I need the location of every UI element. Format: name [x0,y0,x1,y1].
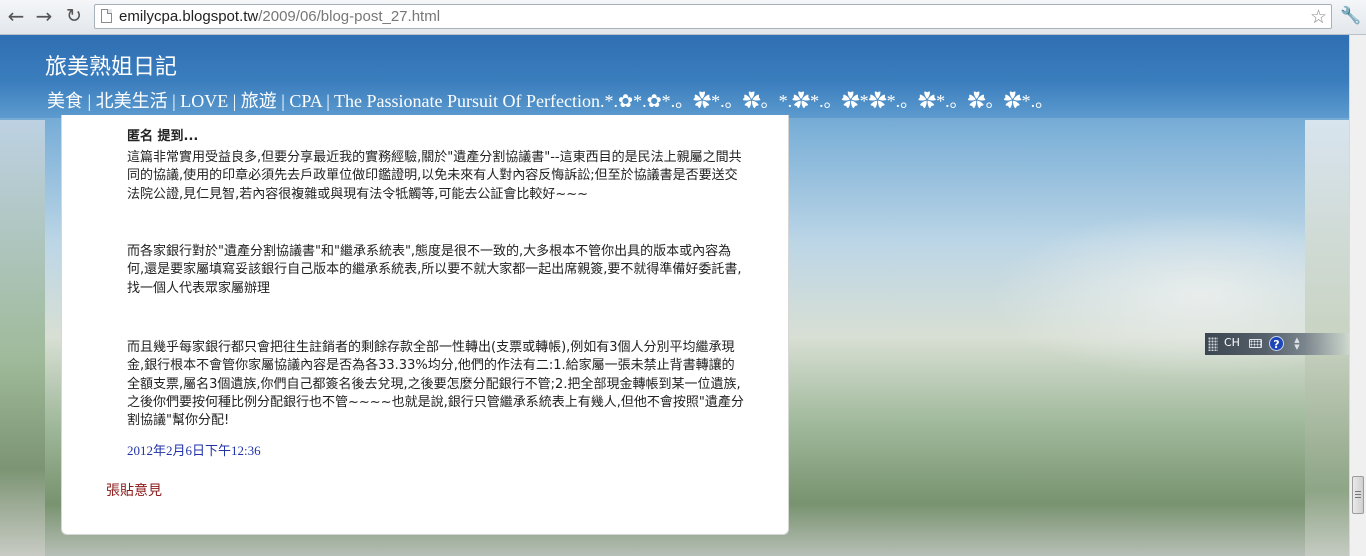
reload-icon: ↻ [66,5,82,27]
back-button[interactable]: ← [4,4,28,28]
url-text[interactable]: emilycpa.blogspot.tw/2009/06/blog-post_2… [119,8,440,26]
vertical-scrollbar[interactable] [1349,35,1366,556]
blog-header: 旅美熟姐日記 美食 | 北美生活 | LOVE | 旅遊 | CPA | The… [0,35,1349,118]
url-path: /2009/06/blog-post_27.html [258,8,441,25]
comment-card: 匿名 提到... 這篇非常實用受益良多,但要分享最近我的實務經驗,關於"遺產分割… [61,115,789,535]
background-left [0,120,45,556]
comment-author: 匿名 提到... [127,129,199,144]
wrench-menu-icon[interactable]: 🔧 [1340,5,1362,27]
ime-toolbar-fade [1305,333,1349,355]
ime-toolbar[interactable]: CH ? ▲ ▼ [1205,333,1305,355]
blog-title[interactable]: 旅美熟姐日記 [45,49,177,81]
page-viewport: 旅美熟姐日記 美食 | 北美生活 | LOVE | 旅遊 | CPA | The… [0,35,1349,556]
browser-toolbar: ← → ↻ emilycpa.blogspot.tw/2009/06/blog-… [0,0,1366,35]
options-arrows-icon[interactable]: ▲ ▼ [1293,337,1301,351]
drag-handle-icon[interactable] [1208,337,1218,351]
reload-button[interactable]: ↻ [62,4,86,28]
page-icon [101,9,112,23]
keyboard-icon[interactable] [1249,339,1262,348]
url-host: emilycpa.blogspot.tw [119,8,259,25]
comment-paragraph: 而且幾乎每家銀行都只會把往生註銷者的剩餘存款全部一性轉出(支票或轉帳),例如有3… [127,340,744,429]
scrollbar-thumb[interactable] [1352,476,1364,514]
back-arrow-icon: ← [7,4,25,28]
post-comment-link[interactable]: 張貼意見 [106,480,162,500]
ime-language-indicator[interactable]: CH [1224,336,1240,349]
address-bar[interactable]: emilycpa.blogspot.tw/2009/06/blog-post_2… [94,4,1332,29]
comment-timestamp-link[interactable]: 2012年2月6日下午12:36 [127,440,261,459]
comment-paragraph: 而各家銀行對於"遺產分割協議書"和"繼承系統表",態度是很不一致的,大多根本不管… [127,244,742,296]
help-icon[interactable]: ? [1269,336,1284,351]
bookmark-star-icon[interactable]: ☆ [1310,5,1327,29]
forward-button[interactable]: → [32,4,56,28]
blog-tagline: 美食 | 北美生活 | LOVE | 旅遊 | CPA | The Passio… [47,91,1054,111]
comment-paragraph: 這篇非常實用受益良多,但要分享最近我的實務經驗,關於"遺產分割協議書"--這東西… [127,150,742,202]
forward-arrow-icon: → [35,4,53,28]
